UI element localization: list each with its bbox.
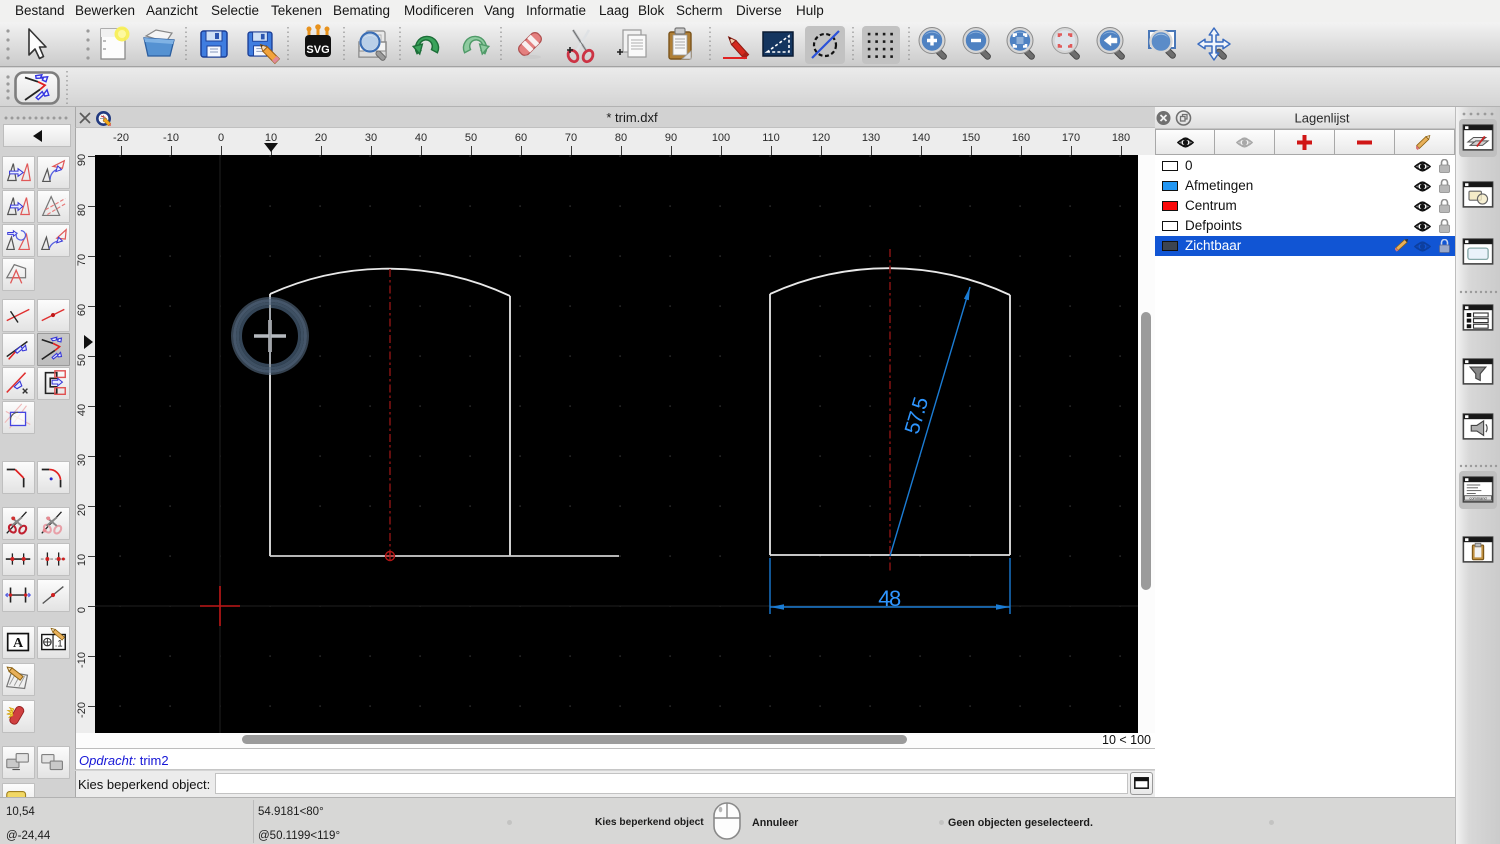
svg-text:48: 48 <box>878 586 901 611</box>
svg-text:* trim.dxf: * trim.dxf <box>606 110 658 125</box>
svg-text:57.5: 57.5 <box>901 395 933 437</box>
svg-text:command: command <box>1469 496 1486 501</box>
svg-text:SVG: SVG <box>306 44 329 56</box>
svg-text:A: A <box>13 635 24 651</box>
svg-text:Lagenlijst: Lagenlijst <box>1295 111 1350 126</box>
